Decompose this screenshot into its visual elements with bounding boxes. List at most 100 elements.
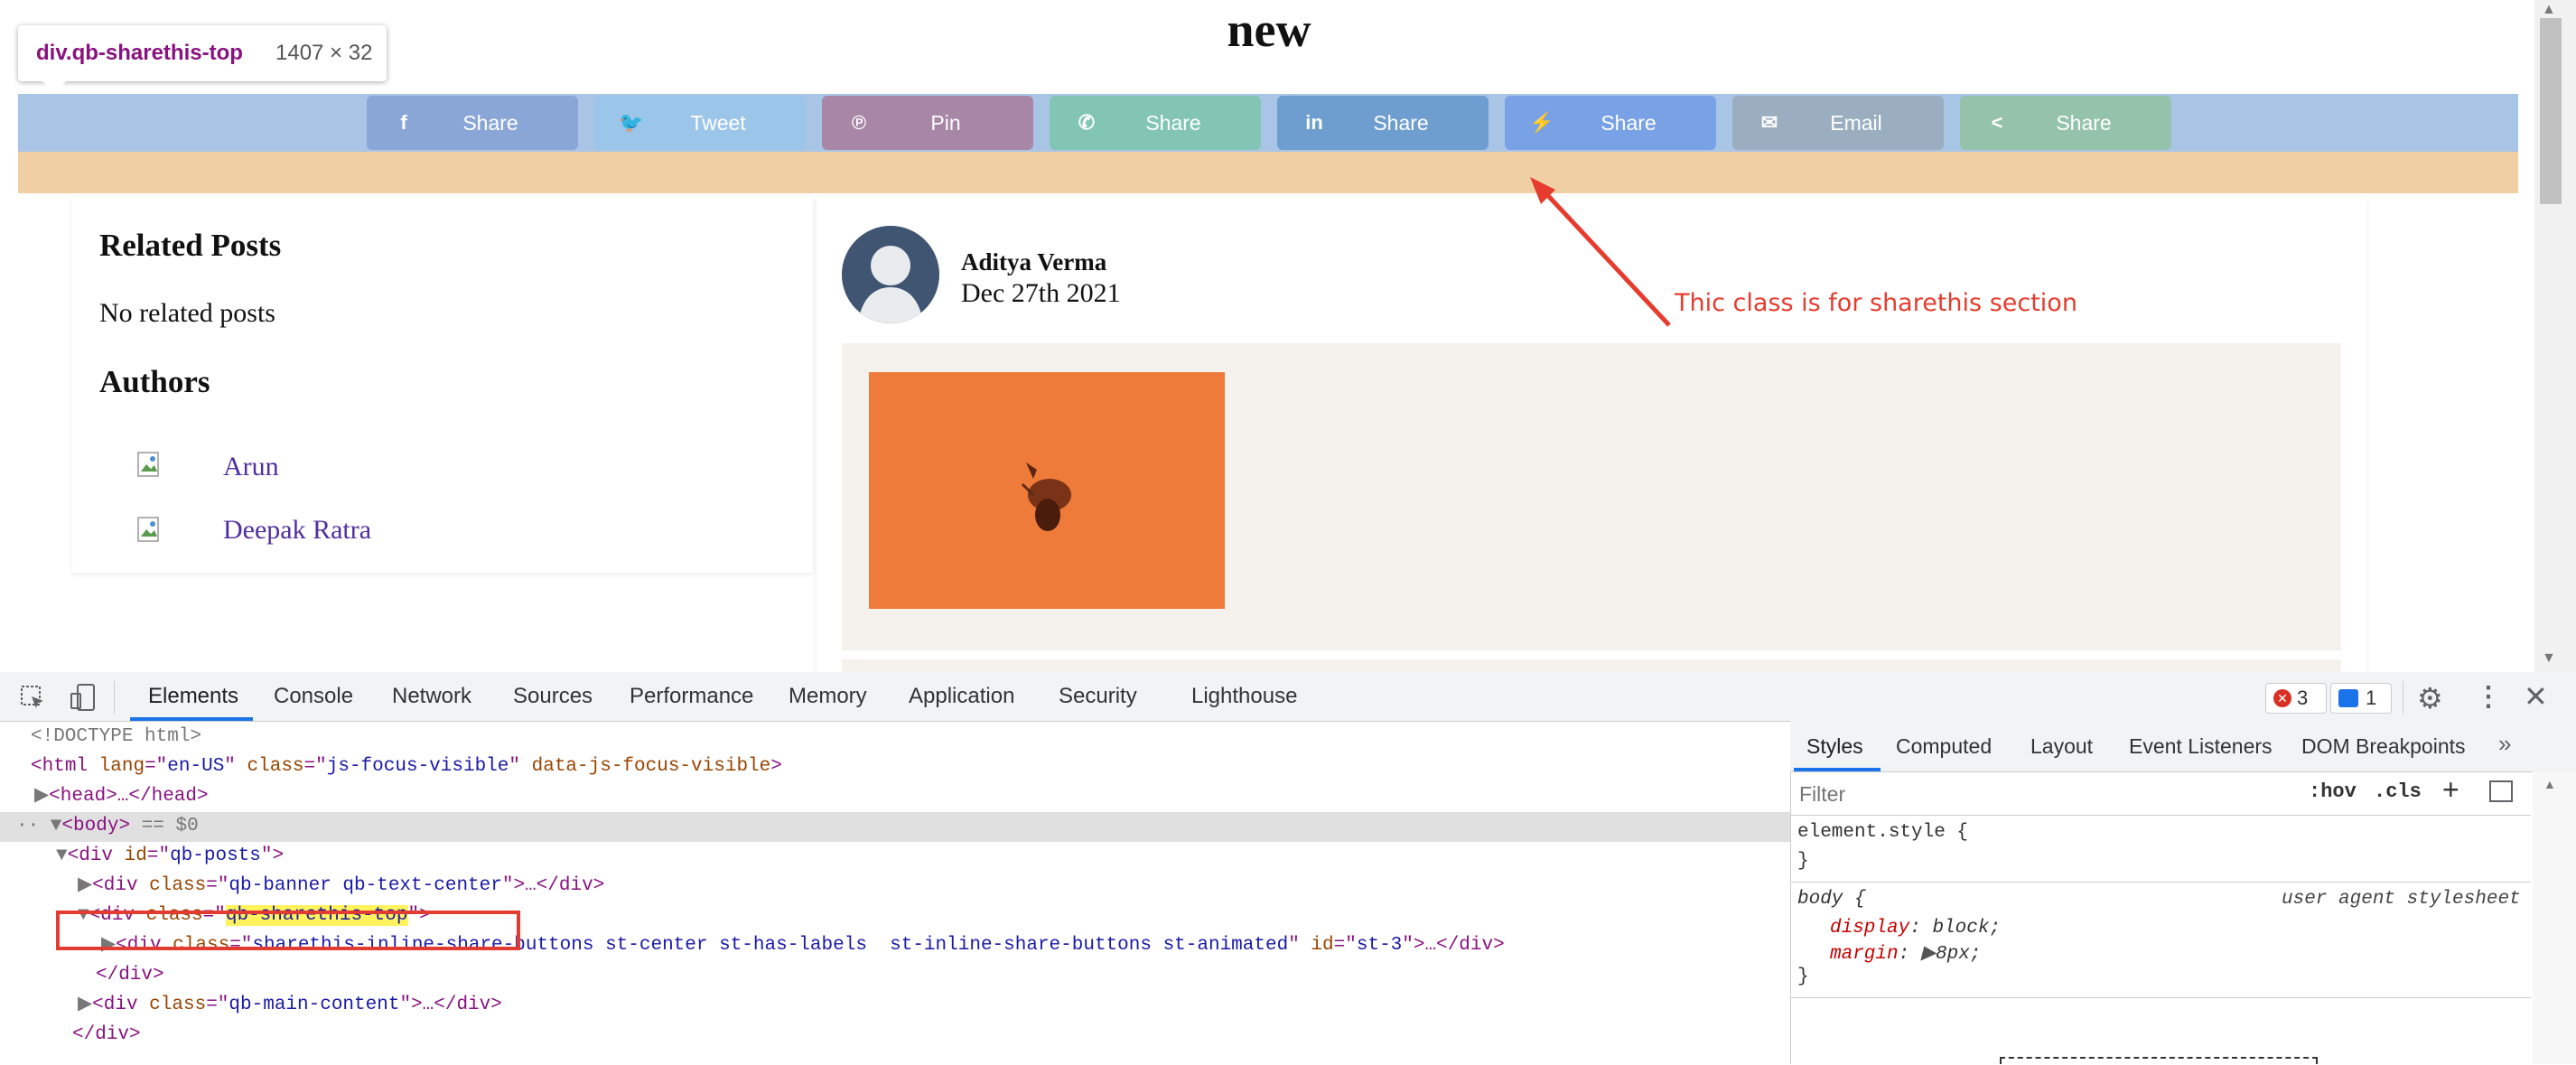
tab-sources[interactable]: Sources bbox=[513, 672, 593, 721]
tooltip-size: 1407 × 32 bbox=[275, 41, 373, 65]
scroll-down-arrow-icon[interactable]: ▼ bbox=[2542, 650, 2556, 667]
share-button-label: Share bbox=[462, 111, 518, 135]
user-agent-stylesheet-label: user agent stylesheet bbox=[2282, 889, 2521, 910]
annotation-arrow bbox=[1530, 177, 1671, 327]
author-avatar-broken-image-icon bbox=[137, 452, 163, 479]
dom-html-node[interactable]: <html lang="en-US" class="js-focus-visib… bbox=[31, 752, 782, 781]
dom-head-node[interactable]: ▶<head>…</head> bbox=[34, 782, 209, 811]
styles-active-tab-indicator bbox=[1794, 768, 1881, 771]
more-tabs-chevron-icon[interactable]: » bbox=[2498, 730, 2511, 758]
styles-tab-computed[interactable]: Computed bbox=[1896, 721, 1992, 771]
tab-application[interactable]: Application bbox=[909, 672, 1014, 721]
element-inspect-tooltip: div.qb-sharethis-top 1407 × 32 bbox=[18, 25, 387, 81]
toolbar-divider bbox=[114, 681, 115, 714]
author-link-arun[interactable]: Arun bbox=[223, 452, 279, 482]
message-counter-badge[interactable]: 1 bbox=[2330, 683, 2392, 714]
toggle-sidebar-icon[interactable] bbox=[2489, 780, 2513, 802]
tab-console[interactable]: Console bbox=[274, 672, 353, 721]
post-author-name[interactable]: Aditya Verma bbox=[961, 248, 1106, 276]
tab-security[interactable]: Security bbox=[1059, 672, 1137, 721]
rule-close-brace: } bbox=[1797, 967, 1809, 987]
author-link-deepak-ratra[interactable]: Deepak Ratra bbox=[223, 515, 371, 546]
share-button-email[interactable]: ✉ Email bbox=[1732, 96, 1944, 150]
html-lang-value: en-US bbox=[167, 756, 225, 777]
share-button-pinterest[interactable]: ℗ Pin bbox=[822, 96, 1033, 150]
cls-toggle[interactable]: .cls bbox=[2374, 780, 2422, 803]
more-options-icon[interactable]: ⋮ bbox=[2475, 681, 2502, 713]
scroll-up-arrow-icon[interactable]: ▲ bbox=[2542, 2, 2556, 18]
message-icon bbox=[2338, 689, 2358, 707]
margin-declaration[interactable]: margin: ▶8px; bbox=[1830, 941, 1981, 965]
display-value: block; bbox=[1932, 918, 2002, 939]
banner-class-value: qb-banner qb-text-center bbox=[229, 875, 502, 896]
styles-scroll-up-icon[interactable]: ▲ bbox=[2543, 777, 2556, 791]
tab-performance[interactable]: Performance bbox=[630, 672, 753, 721]
dom-body-node[interactable]: ·· ▼<body> == $0 bbox=[16, 812, 199, 841]
settings-gear-icon[interactable]: ⚙ bbox=[2417, 681, 2443, 715]
dom-close-div[interactable]: </div> bbox=[96, 961, 164, 990]
styles-tab-styles[interactable]: Styles bbox=[1806, 721, 1863, 771]
styles-tab-layout[interactable]: Layout bbox=[2030, 721, 2093, 771]
share-button-twitter[interactable]: 🐦 Tweet bbox=[594, 96, 806, 150]
element-style-rule[interactable]: element.style { bbox=[1797, 822, 1968, 843]
elements-dom-tree: <!DOCTYPE html> <html lang="en-US" class… bbox=[0, 721, 1790, 1064]
styles-filter-input[interactable] bbox=[1797, 779, 2289, 809]
tab-lighthouse[interactable]: Lighthouse bbox=[1191, 672, 1297, 721]
error-counter-badge[interactable]: ✕ 3 bbox=[2265, 683, 2327, 714]
body-rule-selector[interactable]: body { bbox=[1797, 889, 1866, 910]
related-posts-empty-text: No related posts bbox=[99, 298, 275, 328]
divider bbox=[1790, 882, 2531, 883]
post-date: Dec 27th 2021 bbox=[961, 278, 1121, 308]
dom-main-content-node[interactable]: ▶<div class="qb-main-content">…</div> bbox=[78, 991, 502, 1020]
sharethis-padding-highlight bbox=[18, 152, 2518, 193]
author-avatar bbox=[842, 226, 939, 323]
page-scrollbar-thumb[interactable] bbox=[2540, 18, 2562, 204]
share-button-linkedin[interactable]: in Share bbox=[1277, 96, 1489, 150]
share-button-messenger[interactable]: ⚡ Share bbox=[1505, 96, 1716, 150]
share-button-label: Share bbox=[1145, 111, 1201, 135]
share-button-facebook[interactable]: f Share bbox=[367, 96, 578, 150]
dom-qb-posts-node[interactable]: ▼<div id="qb-posts"> bbox=[56, 842, 284, 871]
error-icon: ✕ bbox=[2273, 689, 2291, 707]
message-count: 1 bbox=[2366, 687, 2377, 709]
post-image[interactable] bbox=[869, 372, 1225, 609]
display-prop: display bbox=[1830, 918, 1910, 939]
tab-memory[interactable]: Memory bbox=[789, 672, 867, 721]
posts-id-value: qb-posts bbox=[170, 845, 261, 866]
dom-doctype[interactable]: <!DOCTYPE html> bbox=[31, 723, 201, 752]
selected-row-highlight bbox=[0, 812, 1790, 842]
share-button-label: Email bbox=[1830, 111, 1882, 135]
expand-arrow-icon[interactable]: ▶ bbox=[1921, 944, 1936, 965]
html-tagname: html bbox=[42, 756, 89, 777]
styles-tab-dom-breakpoints[interactable]: DOM Breakpoints bbox=[2301, 721, 2466, 771]
share-button-whatsapp[interactable]: ✆ Share bbox=[1050, 96, 1261, 150]
rule-close-brace: } bbox=[1797, 851, 1809, 872]
related-posts-heading: Related Posts bbox=[99, 228, 282, 263]
error-count: 3 bbox=[2297, 687, 2309, 709]
html-class-value: js-focus-visible bbox=[326, 756, 509, 777]
tooltip-selector: div.qb-sharethis-top bbox=[36, 41, 243, 65]
share-button-label: Tweet bbox=[690, 111, 746, 135]
divider bbox=[1790, 815, 2531, 816]
inspect-element-icon[interactable] bbox=[20, 685, 47, 716]
html-data-attr: data-js-focus-visible bbox=[531, 756, 771, 777]
dom-banner-node[interactable]: ▶<div class="qb-banner qb-text-center">…… bbox=[78, 872, 604, 901]
device-toolbar-icon[interactable] bbox=[69, 683, 98, 716]
share-button-sharethis[interactable]: < Share bbox=[1960, 96, 2171, 150]
post-content-box-next bbox=[842, 659, 2341, 672]
box-model-diagram bbox=[2000, 1057, 2318, 1064]
expand-arrow-icon: ▶ bbox=[34, 786, 50, 807]
styles-scrollbar[interactable] bbox=[2533, 771, 2576, 1064]
dom-close-div[interactable]: </div> bbox=[72, 1021, 141, 1050]
head-tagname: head bbox=[60, 786, 107, 807]
margin-prop: margin bbox=[1830, 944, 1899, 965]
close-devtools-icon[interactable]: ✕ bbox=[2524, 679, 2548, 714]
styles-tab-event-listeners[interactable]: Event Listeners bbox=[2129, 721, 2273, 771]
tab-elements[interactable]: Elements bbox=[148, 672, 238, 721]
share-button-label: Share bbox=[1601, 111, 1657, 135]
new-style-rule-icon[interactable]: + bbox=[2442, 773, 2459, 807]
share-button-label: Pin bbox=[930, 111, 961, 135]
hov-toggle[interactable]: :hov bbox=[2309, 780, 2357, 803]
tab-network[interactable]: Network bbox=[392, 672, 471, 721]
display-declaration[interactable]: display: block; bbox=[1830, 918, 2001, 939]
